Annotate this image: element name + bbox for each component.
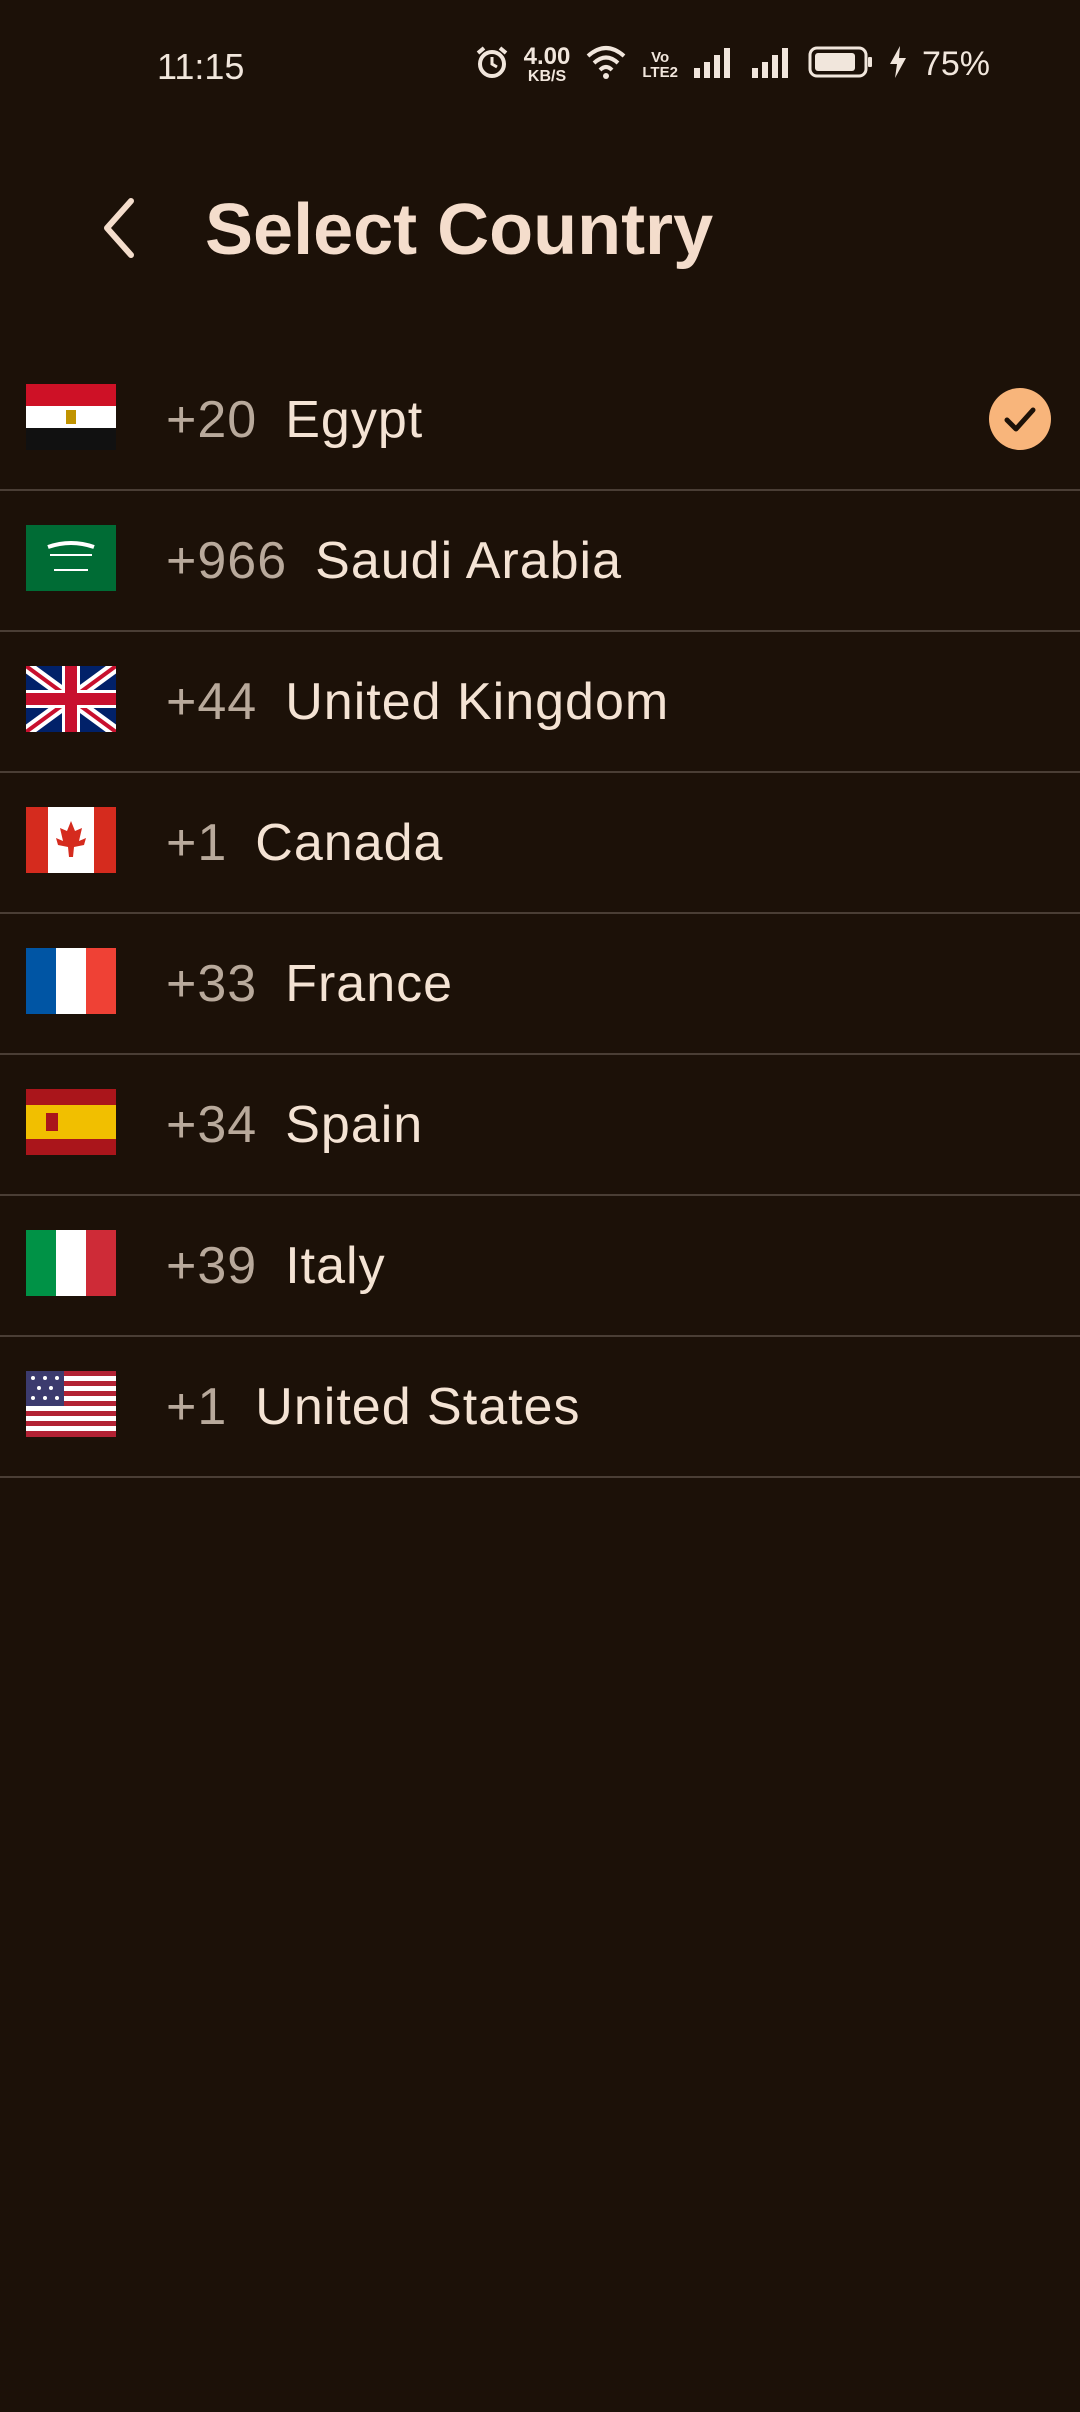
country-row-united-kingdom[interactable]: +44 United Kingdom [0, 632, 1080, 773]
united-states-flag-icon [26, 1371, 116, 1437]
egypt-flag-icon [26, 384, 116, 450]
charging-icon [888, 45, 908, 84]
country-code: +44 [166, 672, 258, 731]
country-row-egypt[interactable]: +20 Egypt [0, 350, 1080, 491]
country-row-canada[interactable]: +1 Canada [0, 773, 1080, 914]
network-speed: 4.00 KB/S [523, 42, 571, 85]
france-flag-icon [26, 948, 116, 1014]
network-speed-unit: KB/S [527, 67, 567, 85]
signal-icon [750, 46, 794, 83]
country-name: Egypt [285, 390, 424, 449]
country-name: United Kingdom [285, 672, 670, 731]
united-kingdom-flag-icon [22, 661, 120, 737]
country-row-saudi-arabia[interactable]: +966 Saudi Arabia [0, 491, 1080, 632]
battery-icon [808, 46, 874, 83]
volte-line1: Vo [651, 48, 670, 66]
network-speed-value: 4.00 [523, 42, 571, 70]
wifi-icon [584, 44, 628, 85]
country-row-united-states[interactable]: +1 United States [0, 1337, 1080, 1478]
country-list: +20 Egypt +966 Saudi Arabia +44 United K… [0, 350, 1080, 1478]
country-code: +1 [166, 813, 228, 872]
country-code: +39 [166, 1236, 258, 1295]
country-row-italy[interactable]: +39 Italy [0, 1196, 1080, 1337]
country-name: Spain [285, 1095, 424, 1154]
header: Select Country [0, 170, 1080, 290]
country-code: +966 [166, 531, 288, 590]
country-name: Saudi Arabia [315, 531, 623, 590]
country-code: +33 [166, 954, 258, 1013]
italy-flag-icon [26, 1230, 116, 1296]
country-name: United States [255, 1377, 581, 1436]
country-name: France [285, 954, 454, 1013]
page-title: Select Country [205, 190, 714, 270]
country-code: +34 [166, 1095, 258, 1154]
signal-icon [692, 46, 736, 83]
chevron-left-icon [95, 193, 145, 268]
status-time: 11:15 [157, 46, 245, 87]
country-name: Canada [255, 813, 444, 872]
alarm-icon [474, 44, 510, 85]
saudi-arabia-flag-icon [26, 525, 116, 591]
check-icon [989, 388, 1051, 450]
country-name: Italy [285, 1236, 386, 1295]
country-code: +1 [166, 1377, 228, 1436]
volte-icon: Vo LTE2 [642, 50, 678, 80]
country-row-spain[interactable]: +34 Spain [0, 1055, 1080, 1196]
back-button[interactable] [80, 190, 160, 270]
country-row-france[interactable]: +33 France [0, 914, 1080, 1055]
canada-flag-icon [26, 807, 116, 873]
status-icons: 4.00 KB/S Vo LTE2 75% [474, 44, 990, 85]
spain-flag-icon [26, 1089, 116, 1155]
volte-line2: LTE2 [642, 63, 678, 81]
status-bar: 11:15 4.00 KB/S Vo LTE2 75% [0, 0, 1080, 140]
country-code: +20 [166, 390, 258, 449]
battery-percent: 75% [921, 45, 990, 83]
